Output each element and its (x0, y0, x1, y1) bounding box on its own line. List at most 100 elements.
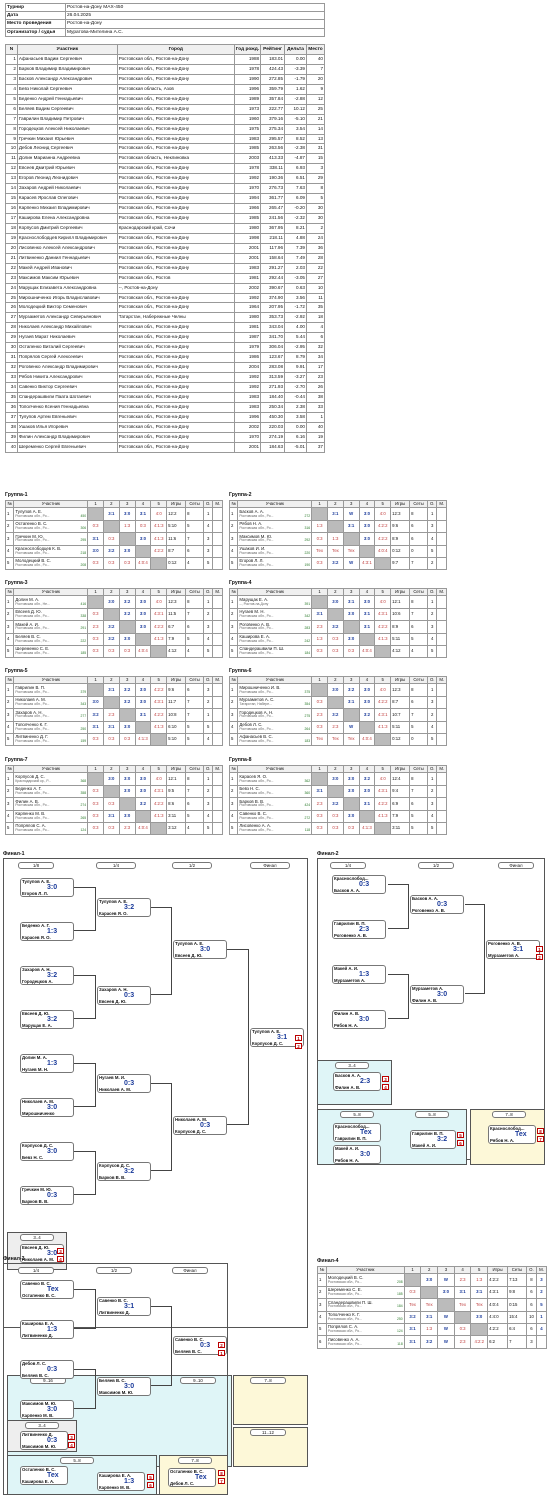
table-cell: Захаров Андрей Николаевич (16, 183, 118, 195)
round-header: 1/4 (18, 1267, 54, 1274)
score-cell: 3:2 (326, 620, 344, 634)
score-cell: 3:0 (118, 784, 136, 799)
table-cell: Ростовская обл., Ростов-на-Дону (116, 103, 235, 115)
score-cell: W (437, 1310, 455, 1325)
column-header: 1 (87, 499, 104, 509)
table-cell: 33 (5, 372, 18, 383)
table-cell: 31 (305, 143, 326, 155)
column-header: 4 (358, 499, 376, 509)
place-cell (436, 683, 447, 697)
table-row: 20 Лисовенко Алексей Александрович Ростовс… (5, 242, 326, 254)
score-cell: 0:3 (87, 644, 104, 659)
participant-city: Ростовская обл., Ро... 295 (15, 538, 87, 543)
table-cell: 21 (5, 252, 18, 264)
participant-city: Ростовская обл., Ро... 218 (15, 550, 87, 555)
table-row: 9 Гречкин Михаил Юрьевич Ростовская обл., … (5, 133, 326, 145)
table-cell: Ростовская обл., Ростов-на-Дону (116, 63, 235, 75)
round-header: 7..8 (178, 1457, 212, 1464)
round-header: 1/2 (172, 862, 212, 869)
round-header: 11..12 (250, 1429, 286, 1436)
table-cell: -4.87 (284, 153, 307, 165)
group-title: Группа-8 (229, 757, 252, 763)
player-b: Филин А. В. (335, 1085, 361, 1090)
place-cell (212, 732, 223, 747)
table-cell: 1979 (233, 342, 262, 354)
games-cell: 4:2:2 (487, 1273, 509, 1287)
score-cell: 3:0 (358, 532, 376, 546)
score-cell: 4:0:4 (358, 732, 376, 747)
score-cell: 4:2:2 (150, 797, 168, 811)
table-cell: 5.44 (284, 332, 307, 344)
games-cell: 7:9 (390, 809, 411, 824)
player-a: Краснослобод... (490, 1126, 525, 1131)
player-b: Рябов Н. А. (490, 1138, 515, 1143)
score-cell: 4:0:4 (134, 821, 152, 836)
sets-cell: 5 (185, 519, 204, 534)
table-cell: 1970 (233, 183, 262, 195)
table-cell: 1 (5, 54, 18, 65)
bracket-connector (388, 974, 409, 1019)
score-cell: 3:0 (437, 1285, 455, 1300)
diagonal-cell (118, 620, 136, 634)
table-cell: 8.52 (284, 133, 307, 145)
column-header: 1 (311, 764, 328, 774)
table-cell: -3.27 (284, 372, 307, 383)
seed-number: 4 (4, 720, 15, 735)
score-cell: 2:3 (311, 797, 328, 811)
table-cell: 2001 (233, 252, 262, 264)
place-cell (436, 519, 447, 534)
participant-city: Ростовская обл., Ро... 264 (239, 726, 311, 731)
diagonal-cell (470, 1322, 489, 1337)
table-cell: 37 (305, 441, 326, 453)
table-cell: 183.01 (260, 54, 286, 65)
player-b: Дебов Л. С. (170, 1481, 195, 1486)
match-score: 0:3 (47, 1192, 58, 1199)
participant-cell: Тополченко К. Г. Ростовская обл., Ро... 25… (13, 720, 89, 735)
games-cell: 11:6 (166, 532, 187, 546)
participant-city: Ростовская обл., Ро... 283 (239, 626, 311, 631)
table-cell: 1996 (233, 83, 262, 95)
diagonal-cell (311, 595, 328, 609)
points-cell: 4 (202, 732, 214, 747)
place-badge: 2 (295, 1043, 302, 1049)
bracket-title: Финал-1 (3, 851, 25, 857)
column-header: Город (116, 44, 235, 55)
table-cell: -2.95 (284, 342, 307, 354)
score-cell: 4:3:1 (374, 607, 392, 622)
diagonal-cell (150, 732, 168, 747)
table-row: 7 Гаврилин Владимир Петрович Ростовская об… (5, 113, 326, 125)
score-cell: 0:3 (118, 556, 136, 571)
table-cell: 6 (305, 332, 326, 344)
table-cell: 1.62 (284, 83, 307, 95)
score-cell: 3:1 (470, 1285, 489, 1300)
place-badge: 6 (147, 1482, 154, 1488)
column-header: 2 (102, 675, 120, 685)
table-cell: Беляев Вадим Сергеевич (16, 103, 118, 115)
group-row: 4 Савенко В. С. Ростовская обл., Ро... 272 0… (228, 809, 447, 824)
seed-number: 2 (317, 1285, 327, 1300)
sets-cell: 6 (185, 683, 204, 697)
score-cell: 4:1:3 (374, 632, 392, 647)
score-cell: 4:3:1 (358, 556, 376, 571)
column-header: 3 (118, 499, 136, 509)
table-cell: 1987 (233, 332, 262, 344)
table-cell: 4.00 (284, 322, 307, 334)
participant-city: Ростовская обл., Ро... 250 (15, 726, 87, 731)
place-cell (212, 532, 223, 546)
diagonal-cell (358, 720, 376, 735)
match-box: Дебов Л. С. 0:3 Беляев В. С. (20, 1360, 74, 1379)
participant-cell: Николаев А. М. Ростовская обл., Ро... 343 (13, 695, 89, 710)
score-cell: 4:0:4 (374, 544, 392, 559)
match-box: Краснослобод... Тех Рябов Н. А. (488, 1125, 536, 1144)
table-cell: 38 (5, 421, 18, 433)
place-cell (212, 821, 223, 836)
participant-city: Ростовская обл., Ро... 272 (239, 513, 311, 518)
match-score: 0:3 (359, 881, 370, 888)
seed-number: 3 (228, 620, 239, 634)
participant-cell: Литвиненко Д. Г. Ростовская обл., Ро... 15… (13, 732, 89, 747)
points-cell: 3 (202, 797, 214, 811)
group-row: 3 Барков В. В. Ростовская обл., Ро... 424 2:… (228, 797, 447, 811)
participant-city: Ростовская обл., Ро... 185 (15, 651, 87, 656)
score-cell: 3:1 (102, 683, 120, 697)
group-row: 2 Мурзаметов А. С. Татарстан, Набере... 354… (228, 695, 447, 710)
